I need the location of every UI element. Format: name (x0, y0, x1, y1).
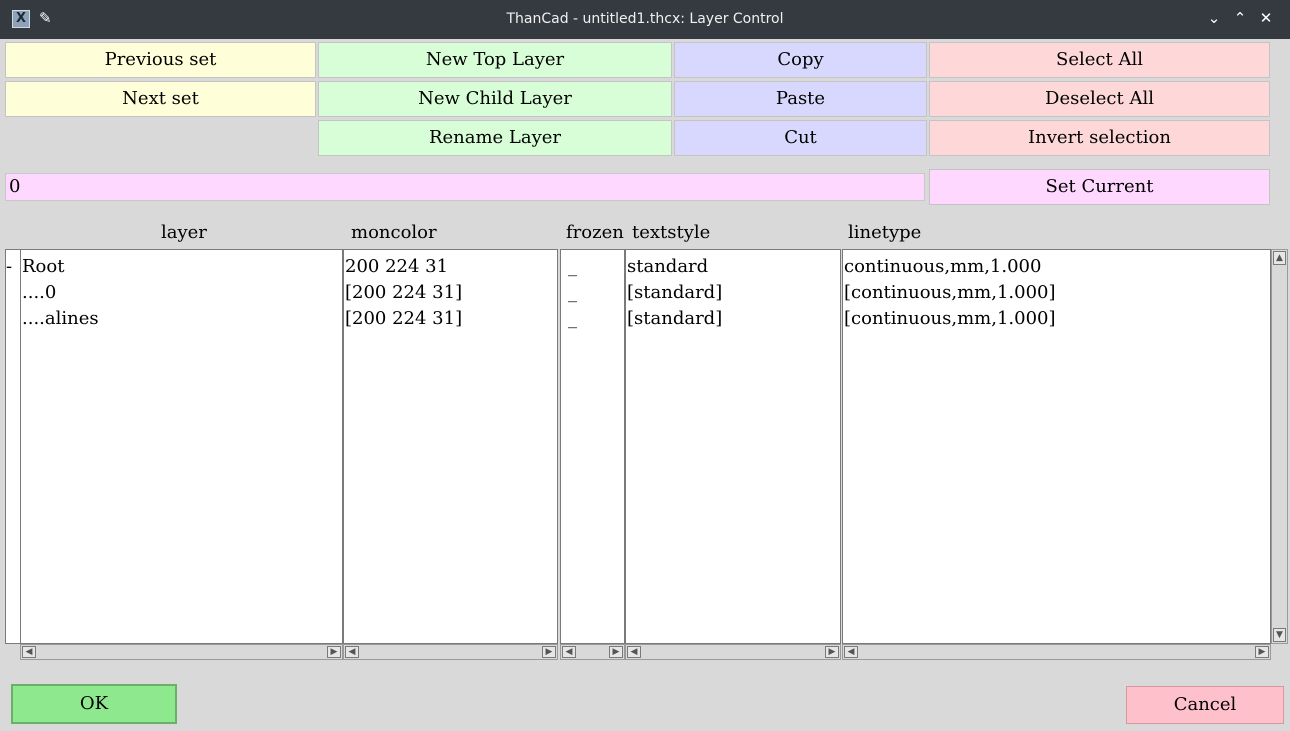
list-item[interactable]: ....0 (21, 280, 342, 306)
cut-button[interactable]: Cut (674, 120, 927, 156)
column-header-moncolor: moncolor (351, 222, 437, 243)
scroll-left-icon[interactable]: ◀ (844, 646, 858, 658)
list-item[interactable]: [standard] (626, 280, 840, 306)
scroll-left-icon[interactable]: ◀ (627, 646, 641, 658)
scroll-up-icon[interactable]: ▲ (1273, 251, 1286, 265)
moncolor-horizontal-scrollbar[interactable]: ◀ ▶ (343, 644, 558, 660)
list-item[interactable]: standard (626, 254, 840, 280)
list-item[interactable]: ....alines (21, 306, 342, 332)
close-icon[interactable]: ✕ (1258, 9, 1274, 27)
list-item[interactable]: [continuous,mm,1.000] (843, 280, 1270, 306)
column-header-linetype: linetype (848, 222, 922, 243)
list-item[interactable]: [standard] (626, 306, 840, 332)
maximize-icon[interactable]: ⌃ (1232, 9, 1248, 27)
tree-collapse-marker[interactable]: - (6, 256, 12, 277)
layer-list[interactable]: Root ....0 ....alines (20, 249, 343, 644)
list-item[interactable]: Root (21, 254, 342, 280)
moncolor-list[interactable]: 200 224 31 [200 224 31] [200 224 31] (343, 249, 558, 644)
textstyle-list[interactable]: standard [standard] [standard] (625, 249, 841, 644)
new-top-layer-button[interactable]: New Top Layer (318, 42, 672, 78)
list-item[interactable]: [200 224 31] (344, 280, 557, 306)
list-item[interactable]: _ (567, 306, 624, 332)
column-header-textstyle: textstyle (632, 222, 711, 243)
scroll-right-icon[interactable]: ▶ (609, 646, 623, 658)
column-header-frozen: frozen (566, 222, 624, 243)
minimize-icon[interactable]: ⌄ (1206, 9, 1222, 27)
frozen-list[interactable]: _ _ _ (560, 249, 625, 644)
tree-marker-pane (5, 249, 20, 644)
list-item[interactable]: _ (567, 280, 624, 306)
scroll-left-icon[interactable]: ◀ (22, 646, 36, 658)
invert-selection-button[interactable]: Invert selection (929, 120, 1270, 156)
scroll-right-icon[interactable]: ▶ (327, 646, 341, 658)
title-bar: X ✎ ThanCad - untitled1.thcx: Layer Cont… (0, 0, 1290, 39)
paste-button[interactable]: Paste (674, 81, 927, 117)
cancel-button[interactable]: Cancel (1126, 686, 1284, 724)
scroll-left-icon[interactable]: ◀ (345, 646, 359, 658)
list-item[interactable]: [continuous,mm,1.000] (843, 306, 1270, 332)
list-item[interactable]: 200 224 31 (344, 254, 557, 280)
column-header-layer: layer (161, 222, 207, 243)
current-layer-input[interactable]: 0 (5, 173, 925, 201)
linetype-horizontal-scrollbar[interactable]: ◀ ▶ (842, 644, 1271, 660)
rename-layer-button[interactable]: Rename Layer (318, 120, 672, 156)
new-child-layer-button[interactable]: New Child Layer (318, 81, 672, 117)
list-item[interactable]: [200 224 31] (344, 306, 557, 332)
set-current-button[interactable]: Set Current (929, 169, 1270, 205)
next-set-button[interactable]: Next set (5, 81, 316, 117)
textstyle-horizontal-scrollbar[interactable]: ◀ ▶ (625, 644, 841, 660)
layer-horizontal-scrollbar[interactable]: ◀ ▶ (20, 644, 343, 660)
vertical-scrollbar[interactable]: ▲ ▼ (1271, 249, 1288, 644)
linetype-list[interactable]: continuous,mm,1.000 [continuous,mm,1.000… (842, 249, 1271, 644)
copy-button[interactable]: Copy (674, 42, 927, 78)
scroll-down-icon[interactable]: ▼ (1273, 628, 1286, 642)
scroll-right-icon[interactable]: ▶ (825, 646, 839, 658)
select-all-button[interactable]: Select All (929, 42, 1270, 78)
previous-set-button[interactable]: Previous set (5, 42, 316, 78)
list-item[interactable]: _ (567, 254, 624, 280)
list-item[interactable]: continuous,mm,1.000 (843, 254, 1270, 280)
deselect-all-button[interactable]: Deselect All (929, 81, 1270, 117)
frozen-horizontal-scrollbar[interactable]: ◀ ▶ (560, 644, 625, 660)
ok-button[interactable]: OK (11, 684, 177, 724)
scroll-left-icon[interactable]: ◀ (562, 646, 576, 658)
scroll-right-icon[interactable]: ▶ (542, 646, 556, 658)
scroll-right-icon[interactable]: ▶ (1255, 646, 1269, 658)
window-title: ThanCad - untitled1.thcx: Layer Control (506, 11, 784, 27)
